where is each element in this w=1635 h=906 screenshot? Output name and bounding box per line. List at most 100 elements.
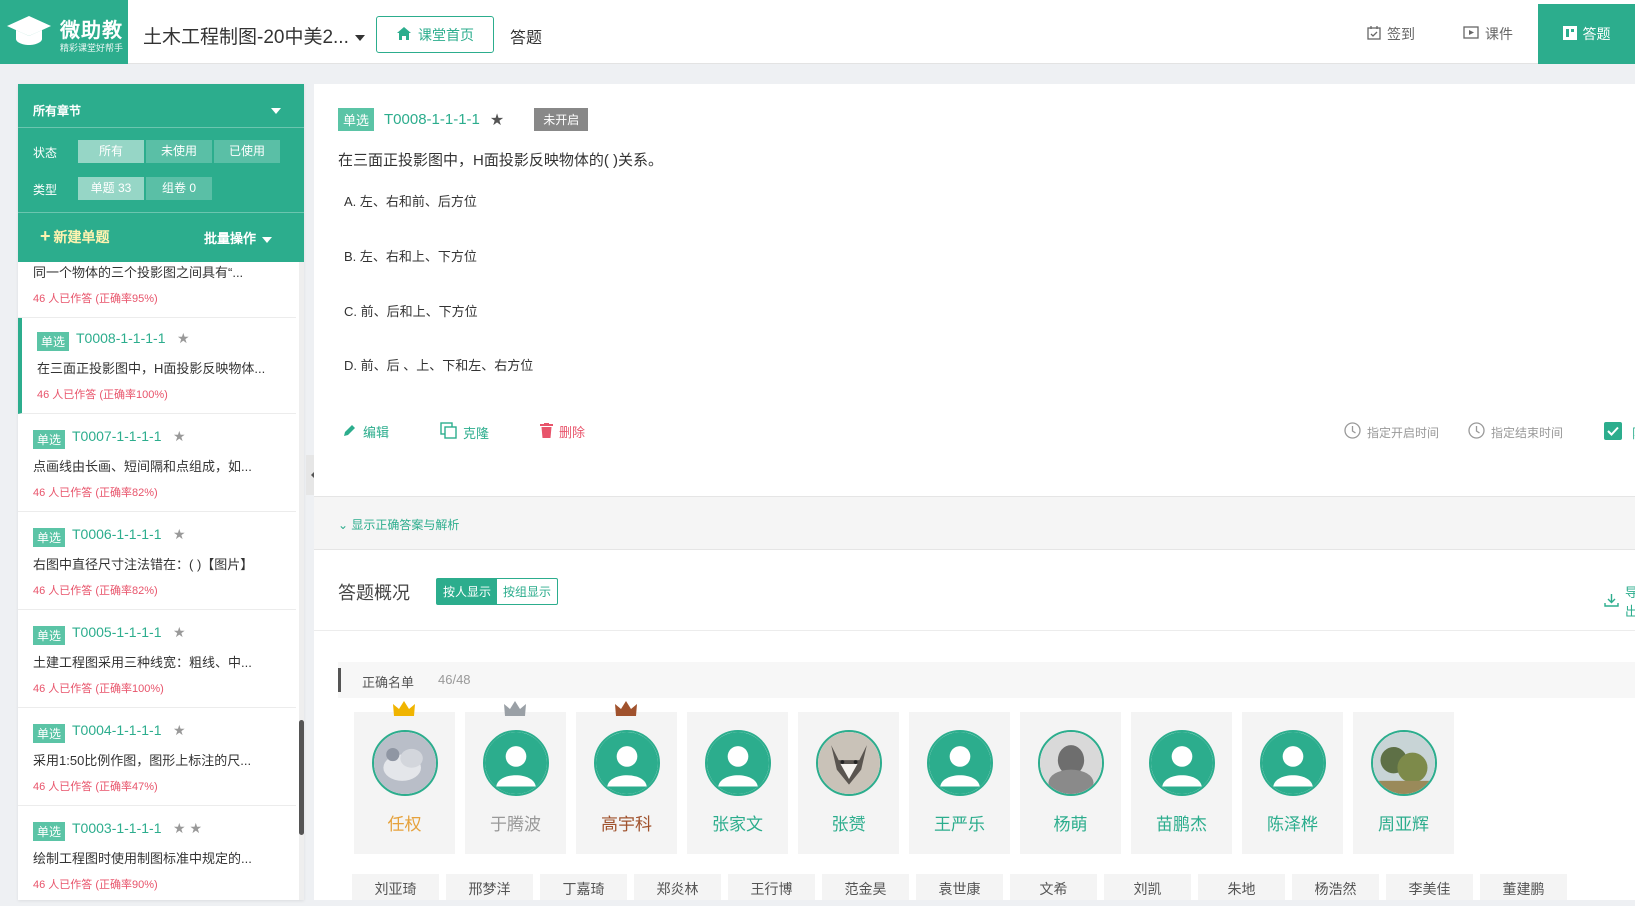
question-item-text: 土建工程图采用三种线宽：粗线、中...: [33, 655, 252, 670]
question-item-code: T0004-1-1-1-1: [72, 722, 162, 738]
analysis-bar: ⌄ 显示正确答案与解析: [314, 496, 1635, 550]
question-item-stat: 46 人已作答 (正确率100%): [37, 389, 168, 401]
student-card[interactable]: 杨萌: [1020, 712, 1121, 854]
student-name: 苗鹏杰: [1156, 815, 1207, 834]
student-name-chip[interactable]: 袁世康: [916, 874, 1003, 900]
student-name-chip[interactable]: 王行博: [728, 874, 815, 900]
courseware-nav[interactable]: 课件: [1463, 24, 1513, 44]
student-name: 周亚辉: [1378, 815, 1429, 834]
edit-button[interactable]: 编辑: [342, 422, 389, 441]
student-name-chip[interactable]: 朱地: [1198, 874, 1285, 900]
show-answer-toggle[interactable]: ⌄ 显示正确答案与解析: [338, 516, 459, 533]
question-list-item[interactable]: 单选 T0006-1-1-1-1 ★ 右图中直径尺寸注法错在：( )【图片】 4…: [18, 514, 296, 610]
student-card[interactable]: 周亚辉: [1353, 712, 1454, 854]
question-list: 同一个物体的三个投影图之间具有“... 46 人已作答 (正确率95%) 单选 …: [18, 262, 298, 900]
answer-overview-title: 答题概况: [338, 583, 410, 603]
question-item-text: 绘制工程图时使用制图标准中规定的...: [33, 851, 252, 866]
question-item-stat: 46 人已作答 (正确率90%): [33, 879, 158, 891]
question-list-item[interactable]: 单选 T0003-1-1-1-1 ★ ★ 绘制工程图时使用制图标准中规定的...…: [18, 808, 296, 900]
student-card[interactable]: 苗鹏杰: [1131, 712, 1232, 854]
display-mode-toggle: 按人显示 按组显示: [436, 578, 559, 605]
delete-button[interactable]: 删除: [540, 422, 585, 441]
student-card[interactable]: 张家文: [687, 712, 788, 854]
by-group-tab[interactable]: 按组显示: [497, 579, 557, 604]
section-marker: [338, 668, 341, 692]
question-type-tag: 单选: [33, 528, 66, 547]
status-option-all[interactable]: 所有: [78, 140, 144, 163]
app-logo[interactable]: 微助教 精彩课堂好帮手: [0, 0, 128, 64]
class-home-button[interactable]: 课堂首页: [376, 16, 494, 53]
answer-option-c: C. 前、后和上、下方位: [344, 304, 478, 319]
student-card[interactable]: 陈泽桦: [1242, 712, 1343, 854]
student-name-chip[interactable]: 文希: [1010, 874, 1097, 900]
top-header: 微助教 精彩课堂好帮手 土木工程制图-20中美2... 课堂首页 答题 签到 课…: [0, 0, 1635, 64]
crown-icon: [614, 700, 638, 723]
type-option-single[interactable]: 单题 33: [78, 177, 144, 200]
student-name-chip[interactable]: 李美佳: [1386, 874, 1473, 900]
export-button[interactable]: 导出: [1604, 582, 1635, 620]
student-name-chip[interactable]: 邢梦洋: [446, 874, 533, 900]
student-name-chip[interactable]: 郑炎林: [634, 874, 721, 900]
by-person-tab[interactable]: 按人显示: [437, 579, 498, 604]
checkin-nav[interactable]: 签到: [1367, 24, 1415, 44]
question-list-scrollbar[interactable]: [299, 262, 304, 900]
question-sidebar: 所有章节 状态 所有 未使用 已使用 类型 单题 33 组卷 0 + 新建单题 批…: [18, 84, 304, 900]
star-icon: ★: [173, 624, 186, 640]
question-list-item-active[interactable]: 单选 T0008-1-1-1-1 ★ 在三面正投影图中，H面投影反映物体... …: [18, 318, 296, 414]
new-question-button[interactable]: + 新建单题: [40, 226, 110, 247]
question-title: 在三面正投影图中，H面投影反映物体的( )关系。: [338, 152, 663, 169]
play-screen-icon: [1463, 25, 1479, 43]
set-start-time-button[interactable]: 指定开启时间: [1344, 422, 1439, 442]
scrollbar-thumb[interactable]: [299, 720, 304, 835]
batch-operation-button[interactable]: 批量操作: [204, 228, 273, 247]
question-list-item[interactable]: 同一个物体的三个投影图之间具有“... 46 人已作答 (正确率95%): [18, 262, 296, 318]
limit-checkbox[interactable]: [1604, 422, 1622, 440]
question-item-code: T0005-1-1-1-1: [72, 624, 162, 640]
question-type-tag: 单选: [33, 724, 66, 743]
question-list-item[interactable]: 单选 T0005-1-1-1-1 ★ 土建工程图采用三种线宽：粗线、中... 4…: [18, 612, 296, 708]
student-name: 高宇科: [601, 815, 652, 834]
student-card[interactable]: 王严乐: [909, 712, 1010, 854]
caret-down-icon: [262, 236, 273, 243]
question-item-code: T0003-1-1-1-1: [72, 820, 162, 836]
avatar: [1038, 730, 1104, 796]
avatar: [816, 730, 882, 796]
student-name: 王严乐: [934, 815, 985, 834]
question-header: 单选 T0008-1-1-1-1 ★ 未开启: [338, 108, 589, 131]
set-end-time-button[interactable]: 指定结束时间: [1468, 422, 1563, 442]
clone-button[interactable]: 克隆: [440, 422, 489, 442]
answer-grid-icon: [1562, 25, 1577, 43]
course-selector[interactable]: 土木工程制图-20中美2...: [143, 22, 365, 49]
student-name-chip[interactable]: 丁嘉琦: [540, 874, 627, 900]
status-option-used[interactable]: 已使用: [214, 140, 280, 163]
student-card[interactable]: 高宇科: [576, 701, 677, 854]
student-card[interactable]: 任权: [354, 701, 455, 854]
student-card[interactable]: 于腾波: [465, 701, 566, 854]
question-type-tag: 单选: [33, 822, 66, 841]
question-item-text: 右图中直径尺寸注法错在：( )【图片】: [33, 557, 254, 572]
student-name: 杨萌: [1053, 815, 1088, 834]
answer-tab-active[interactable]: 答题: [1538, 4, 1635, 64]
question-list-item[interactable]: 单选 T0004-1-1-1-1 ★ 采用1:50比例作图，图形上标注的尺...…: [18, 710, 296, 806]
double-chevron-icon: ⌄: [338, 518, 349, 532]
logo-name: 微助教: [60, 20, 123, 42]
type-option-set[interactable]: 组卷 0: [146, 177, 212, 200]
student-name-chip[interactable]: 刘凯: [1104, 874, 1191, 900]
avatar: [1371, 730, 1437, 796]
start-time-label: 指定开启时间: [1367, 425, 1440, 440]
student-name-chip[interactable]: 董建鹏: [1480, 874, 1567, 900]
answer-tab-label: 答题: [1582, 26, 1611, 42]
crown-icon: [392, 700, 416, 723]
question-list-item[interactable]: 单选 T0007-1-1-1-1 ★ 点画线由长画、短间隔和点组成，如... 4…: [18, 416, 296, 512]
student-name-chip[interactable]: 刘亚琦: [352, 874, 439, 900]
star-icon[interactable]: ★: [490, 110, 504, 130]
student-name-chip[interactable]: 杨浩然: [1292, 874, 1379, 900]
chapter-select[interactable]: 所有章节: [33, 102, 81, 119]
status-option-unused[interactable]: 未使用: [146, 140, 212, 163]
avatar: [1260, 730, 1326, 796]
question-actions: 编辑 克隆 删除 指定开启时间 指定结束时间 限: [314, 414, 1635, 448]
answer-option-a: A. 左、右和前、后方位: [344, 194, 477, 209]
student-card[interactable]: 张赟: [798, 712, 899, 854]
answer-nav-link[interactable]: 答题: [510, 24, 542, 48]
student-name-chip[interactable]: 范金昊: [822, 874, 909, 900]
